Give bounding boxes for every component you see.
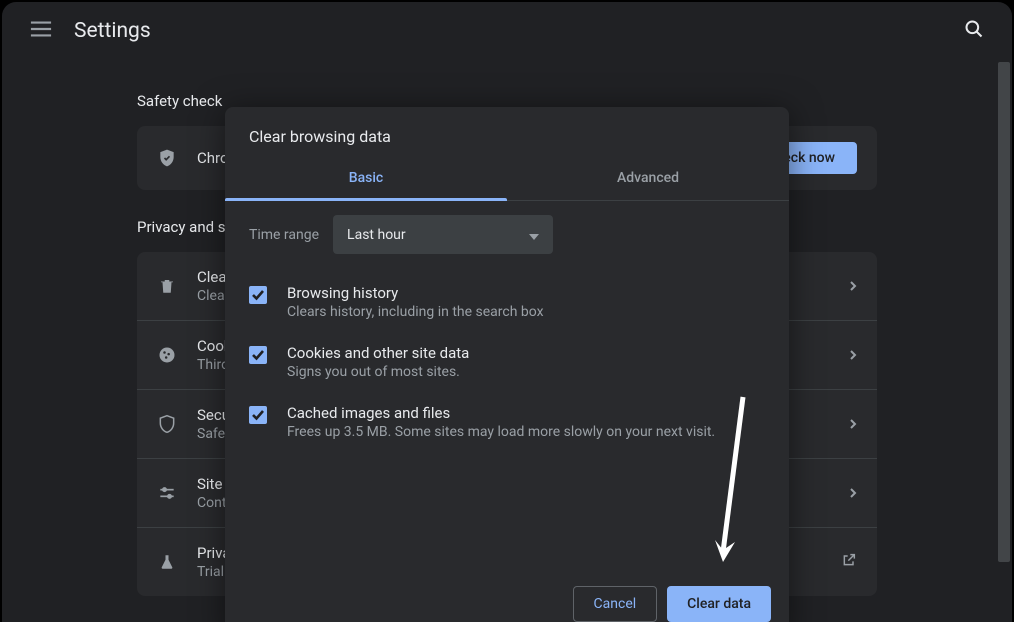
clear-browsing-data-dialog: Clear browsing data Basic Advanced Time … (225, 107, 789, 622)
dropdown-arrow-icon (529, 225, 539, 244)
check-title: Cached images and files (287, 404, 765, 422)
check-sub: Signs you out of most sites. (287, 364, 765, 380)
dialog-tabs: Basic Advanced (225, 156, 789, 201)
check-sub: Clears history, including in the search … (287, 304, 765, 320)
check-browsing-history: Browsing history Clears history, includi… (249, 272, 765, 332)
time-range-select[interactable]: Last hour (333, 215, 553, 254)
check-title: Cookies and other site data (287, 344, 765, 362)
check-cached: Cached images and files Frees up 3.5 MB.… (249, 392, 765, 452)
time-range-value: Last hour (347, 227, 406, 243)
tab-basic[interactable]: Basic (225, 156, 507, 200)
page-title: Settings (74, 19, 151, 43)
time-range-label: Time range (249, 227, 319, 243)
checkbox-cached[interactable] (249, 406, 267, 424)
dialog-body: Time range Last hour Browsing history (225, 201, 789, 458)
check-cookies: Cookies and other site data Signs you ou… (249, 332, 765, 392)
time-range-row: Time range Last hour (249, 215, 765, 254)
check-title: Browsing history (287, 284, 765, 302)
checkbox-cookies[interactable] (249, 346, 267, 364)
modal-overlay: Clear browsing data Basic Advanced Time … (2, 60, 1012, 622)
cancel-button[interactable]: Cancel (573, 586, 658, 622)
tab-advanced[interactable]: Advanced (507, 156, 789, 200)
clear-data-button[interactable]: Clear data (667, 586, 771, 622)
search-icon[interactable] (956, 11, 992, 51)
dialog-actions: Cancel Clear data (225, 570, 789, 622)
dialog-title: Clear browsing data (225, 107, 789, 156)
check-sub: Frees up 3.5 MB. Some sites may load mor… (287, 424, 765, 440)
content-area: Safety check Chro eck now Privacy and s … (2, 60, 1012, 622)
app-bar: Settings (2, 2, 1012, 60)
menu-icon[interactable] (22, 12, 60, 50)
checkbox-browsing-history[interactable] (249, 286, 267, 304)
